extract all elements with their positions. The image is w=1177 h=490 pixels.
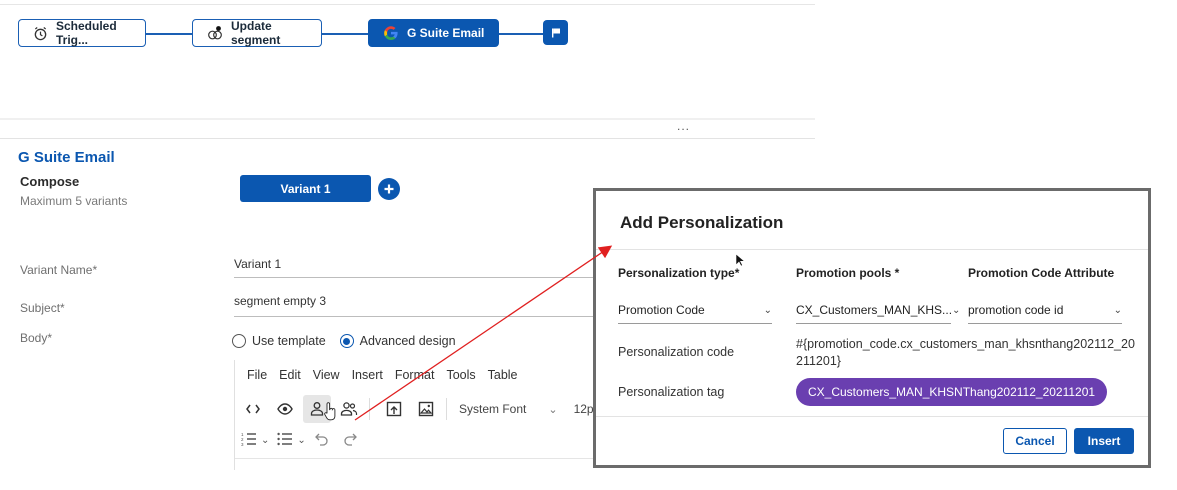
menu-table[interactable]: Table: [488, 368, 518, 382]
editor-toolbar: System Font ⌄ 12p: [235, 394, 605, 424]
dialog-header: Add Personalization: [596, 191, 1148, 250]
group-personalization-button[interactable]: [335, 395, 363, 423]
radio-label: Advanced design: [359, 334, 456, 348]
workflow-node-gsuite-email[interactable]: G Suite Email: [368, 19, 499, 47]
add-personalization-dialog: Add Personalization Personalization type…: [593, 188, 1151, 468]
chevron-down-icon: ⌄: [548, 403, 558, 416]
radio-label: Use template: [252, 334, 326, 348]
promotion-code-attribute-select[interactable]: promotion code id ⌄: [968, 303, 1122, 324]
subject-input[interactable]: segment empty 3: [234, 294, 326, 308]
add-variant-button[interactable]: [378, 178, 400, 200]
bullet-list-icon[interactable]: [277, 432, 293, 449]
personalization-type-label: Personalization type*: [618, 266, 740, 280]
variant-name-label: Variant Name*: [20, 263, 98, 277]
workflow-node-label: Update segment: [231, 19, 281, 47]
chevron-down-icon: ⌄: [763, 304, 772, 316]
upload-button[interactable]: [380, 395, 408, 423]
chevron-down-icon[interactable]: ⌄: [297, 435, 305, 446]
select-value: Promotion Code: [618, 303, 705, 317]
menu-format[interactable]: Format: [395, 368, 435, 382]
workflow-node-label: Scheduled Trig...: [56, 19, 117, 47]
radio-use-template[interactable]: [232, 334, 246, 348]
workflow-canvas: Scheduled Trig... Update segment G Suite…: [0, 0, 815, 120]
editor-divider: [235, 458, 605, 459]
add-personalization-button[interactable]: [303, 395, 331, 423]
redo-icon[interactable]: [342, 432, 358, 449]
personalization-code-value: #{promotion_code.cx_customers_man_khsnth…: [796, 337, 1135, 368]
insert-image-button[interactable]: [412, 395, 440, 423]
plus-circle-icon: [384, 184, 394, 194]
workflow-end-node[interactable]: [543, 20, 568, 45]
source-code-button[interactable]: [239, 395, 267, 423]
preview-button[interactable]: [271, 395, 299, 423]
alarm-clock-icon: [33, 25, 48, 41]
top-border: [0, 4, 815, 5]
personalization-code-label: Personalization code: [618, 345, 735, 359]
compose-subtitle: Maximum 5 variants: [20, 194, 128, 208]
radio-advanced-design[interactable]: [339, 334, 354, 348]
subject-underline: [234, 316, 604, 317]
dialog-footer-divider: [596, 416, 1148, 417]
select-value: promotion code id: [968, 303, 1064, 317]
workflow-connector: [499, 33, 543, 35]
menu-tools[interactable]: Tools: [446, 368, 475, 382]
workflow-connector: [146, 33, 192, 35]
undo-icon[interactable]: [314, 432, 330, 449]
promotion-pools-label: Promotion pools *: [796, 266, 900, 280]
workflow-connector: [322, 33, 368, 35]
upload-icon: [386, 401, 402, 417]
more-handle[interactable]: ...: [677, 119, 690, 133]
editor-menubar: File Edit View Insert Format Tools Table: [247, 368, 518, 382]
workflow-node-label: G Suite Email: [407, 26, 485, 40]
dialog-title: Add Personalization: [620, 213, 784, 232]
menu-file[interactable]: File: [247, 368, 267, 382]
image-icon: [418, 401, 434, 417]
font-family-select[interactable]: System Font ⌄: [459, 402, 558, 416]
menu-edit[interactable]: Edit: [279, 368, 301, 382]
select-value: CX_Customers_MAN_KHS...: [796, 303, 953, 317]
personalization-tag-chip[interactable]: CX_Customers_MAN_KHSNThang202112_2021120…: [796, 378, 1108, 406]
compose-title: Compose: [20, 174, 80, 189]
body-mode-radios: Use template Advanced design: [232, 334, 456, 348]
subject-label: Subject*: [20, 301, 65, 315]
person-icon: [310, 402, 324, 416]
people-icon: [340, 402, 358, 416]
chevron-down-icon: ⌄: [952, 304, 961, 316]
personalization-tag-label: Personalization tag: [618, 385, 725, 399]
workflow-node-update-segment[interactable]: Update segment: [192, 19, 322, 47]
promotion-code-attribute-label: Promotion Code Attribute: [968, 266, 1115, 280]
toolbar-separator: [369, 398, 370, 420]
cancel-button[interactable]: Cancel: [1003, 428, 1067, 454]
rich-text-editor: File Edit View Insert Format Tools Table…: [234, 360, 605, 470]
tab-variant-1[interactable]: Variant 1: [240, 175, 371, 202]
section-divider: [0, 138, 815, 139]
body-label: Body*: [20, 331, 53, 345]
toolbar-separator: [446, 398, 447, 420]
eye-icon: [277, 403, 293, 415]
insert-button[interactable]: Insert: [1074, 428, 1134, 454]
svg-text:3: 3: [241, 442, 244, 446]
editor-toolbar-secondary: 123 ⌄ ⌄: [241, 432, 358, 449]
font-family-value: System Font: [459, 402, 527, 416]
chevron-down-icon[interactable]: ⌄: [261, 435, 269, 446]
personalization-type-select[interactable]: Promotion Code ⌄: [618, 303, 772, 324]
variant-name-input[interactable]: Variant 1: [234, 257, 281, 271]
variant-name-underline: [234, 277, 604, 278]
numbered-list-icon[interactable]: 123: [241, 432, 257, 449]
google-g-icon: [383, 25, 399, 41]
code-brackets-icon: [246, 404, 260, 414]
page-title: G Suite Email: [18, 149, 115, 166]
workflow-node-scheduled-trigger[interactable]: Scheduled Trig...: [18, 19, 146, 47]
segment-circles-icon: [207, 25, 223, 41]
font-size-select[interactable]: 12p: [574, 402, 594, 416]
menu-view[interactable]: View: [313, 368, 340, 382]
menu-insert[interactable]: Insert: [352, 368, 383, 382]
promotion-pools-select[interactable]: CX_Customers_MAN_KHS... ⌄: [796, 303, 960, 324]
chevron-down-icon: ⌄: [1113, 304, 1122, 316]
flag-icon: [551, 28, 560, 37]
panel-divider: [0, 118, 815, 120]
